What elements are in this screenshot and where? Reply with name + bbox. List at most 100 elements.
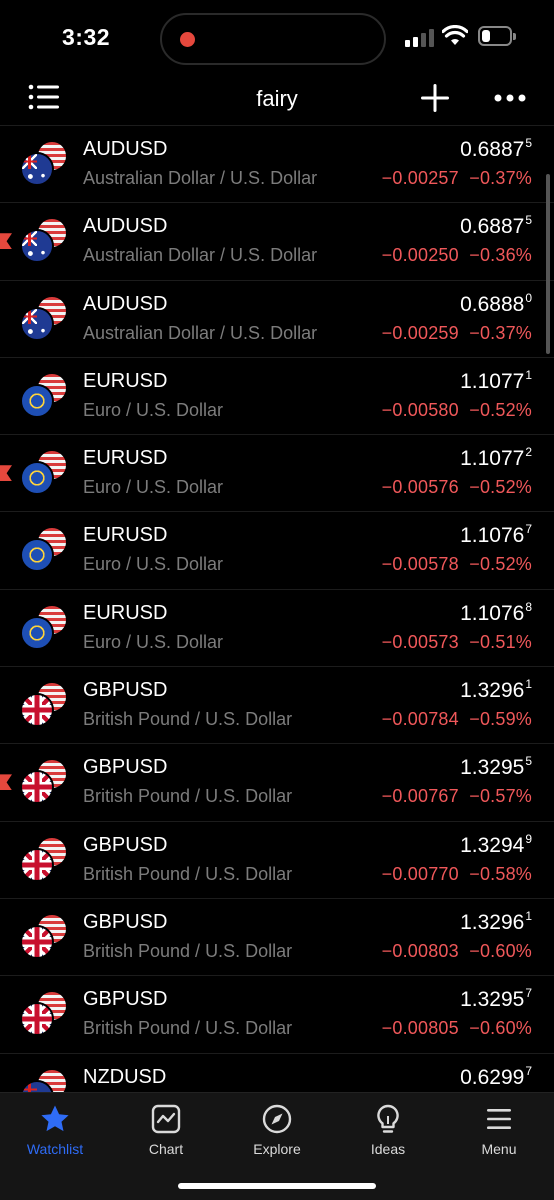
price-change: −0.00770 −0.58%	[382, 864, 532, 885]
last-price: 1.32955	[460, 754, 532, 780]
change-absolute: −0.00578	[381, 554, 459, 575]
symbol-description: British Pound / U.S. Dollar	[83, 786, 293, 807]
flag-marker-icon	[0, 233, 12, 250]
add-symbol-icon[interactable]	[419, 82, 451, 114]
price-change: −0.00803 −0.60%	[382, 941, 532, 962]
last-price: 1.10767	[460, 522, 532, 548]
tab-menu[interactable]: Menu	[444, 1103, 554, 1157]
chart-icon	[151, 1104, 181, 1134]
gbp-flag-icon	[20, 693, 54, 728]
symbol-description: Australian Dollar / U.S. Dollar	[83, 245, 318, 266]
eur-flag-icon	[20, 383, 54, 418]
watchlist-title[interactable]: fairy	[0, 86, 554, 112]
nav-bar: fairy	[0, 76, 554, 126]
change-percent: −0.51%	[469, 631, 532, 652]
price-main: 1.3296	[460, 679, 525, 703]
symbol-ticker: AUDUSD	[83, 138, 168, 160]
price-main: 0.6888	[460, 292, 525, 316]
currency-pair-flags-icon	[20, 988, 70, 1038]
eur-flag-icon	[20, 461, 54, 496]
watchlist-row[interactable]: GBPUSD British Pound / U.S. Dollar 1.329…	[0, 744, 554, 822]
change-absolute: −0.00770	[381, 863, 459, 884]
watchlist-row[interactable]: AUDUSD Australian Dollar / U.S. Dollar 0…	[0, 126, 554, 204]
last-price: 1.10768	[460, 600, 532, 626]
price-main: 1.3295	[460, 988, 525, 1012]
currency-pair-flags-icon	[20, 138, 70, 188]
last-price: 1.32961	[460, 677, 532, 703]
symbol-ticker: EURUSD	[83, 524, 168, 547]
price-pip: 0	[525, 290, 532, 305]
watchlist-row[interactable]: EURUSD Euro / U.S. Dollar 1.10771 −0.005…	[0, 358, 554, 436]
change-absolute: −0.00250	[381, 245, 459, 266]
symbol-ticker: EURUSD	[83, 447, 168, 470]
last-price: 0.68875	[460, 136, 532, 162]
change-absolute: −0.00573	[381, 631, 459, 652]
symbol-ticker: NZDUSD	[83, 1065, 167, 1088]
price-pip: 7	[525, 1063, 532, 1078]
watchlist-row[interactable]: EURUSD Euro / U.S. Dollar 1.10768 −0.005…	[0, 590, 554, 668]
gbp-flag-icon	[20, 924, 54, 959]
change-percent: −0.52%	[469, 554, 532, 575]
tab-label: Explore	[253, 1141, 301, 1157]
symbol-description: Australian Dollar / U.S. Dollar	[83, 168, 318, 188]
eur-flag-icon	[20, 615, 54, 650]
currency-pair-flags-icon	[20, 911, 70, 961]
watchlist-row[interactable]: GBPUSD British Pound / U.S. Dollar 1.329…	[0, 976, 554, 1054]
symbol-description: Euro / U.S. Dollar	[83, 477, 224, 498]
tab-chart[interactable]: Chart	[111, 1103, 221, 1157]
watchlist-row[interactable]: GBPUSD British Pound / U.S. Dollar 1.329…	[0, 899, 554, 977]
change-absolute: −0.00767	[381, 786, 459, 807]
change-percent: −0.52%	[469, 399, 532, 420]
status-time: 3:32	[62, 24, 111, 50]
change-percent: −0.36%	[469, 245, 532, 266]
symbol-description: British Pound / U.S. Dollar	[83, 863, 293, 884]
status-bar: 3:32	[0, 0, 554, 76]
more-options-icon[interactable]	[494, 94, 526, 102]
aud-flag-icon	[20, 229, 54, 264]
watchlist-row[interactable]: EURUSD Euro / U.S. Dollar 1.10767 −0.005…	[0, 512, 554, 590]
tab-label: Ideas	[370, 1141, 406, 1157]
change-percent: −0.59%	[469, 709, 532, 730]
price-pip: 1	[525, 367, 532, 382]
watchlist-row[interactable]: NZDUSD 0.62997	[0, 1054, 554, 1092]
watchlist-row[interactable]: AUDUSD Australian Dollar / U.S. Dollar 0…	[0, 281, 554, 358]
symbol-ticker: GBPUSD	[83, 988, 168, 1011]
last-price: 0.68875	[460, 213, 532, 239]
change-absolute: −0.00784	[381, 709, 459, 730]
tab-explore[interactable]: Explore	[222, 1103, 332, 1157]
symbol-ticker: EURUSD	[83, 601, 168, 624]
price-main: 0.6887	[460, 138, 525, 161]
symbol-ticker: AUDUSD	[83, 215, 168, 238]
price-change: −0.00580 −0.52%	[382, 400, 532, 421]
change-percent: −0.58%	[469, 863, 532, 884]
watchlist-row[interactable]: GBPUSD British Pound / U.S. Dollar 1.329…	[0, 667, 554, 745]
watchlist-row[interactable]: EURUSD Euro / U.S. Dollar 1.10772 −0.005…	[0, 435, 554, 513]
menu-icon	[487, 1109, 511, 1129]
tab-watchlist[interactable]: Watchlist	[0, 1103, 110, 1157]
price-pip: 5	[525, 213, 532, 228]
price-change: −0.00257 −0.37%	[382, 168, 532, 189]
lightbulb-icon	[377, 1104, 399, 1133]
currency-pair-flags-icon	[20, 370, 70, 420]
price-main: 0.6299	[460, 1065, 525, 1089]
price-main: 1.1076	[460, 524, 525, 548]
tab-label: Watchlist	[26, 1141, 84, 1157]
last-price: 1.32957	[460, 986, 532, 1012]
change-absolute: −0.00805	[381, 1018, 459, 1039]
symbol-description: British Pound / U.S. Dollar	[83, 940, 293, 961]
tab-label: Chart	[148, 1141, 184, 1157]
price-main: 1.3294	[460, 833, 525, 857]
tab-ideas[interactable]: Ideas	[333, 1103, 443, 1157]
watchlist: AUDUSD Australian Dollar / U.S. Dollar 0…	[0, 126, 554, 1092]
last-price: 1.32949	[460, 832, 532, 858]
symbol-ticker: GBPUSD	[83, 756, 168, 779]
price-pip: 7	[525, 986, 532, 1001]
home-indicator	[178, 1183, 376, 1189]
watchlist-row[interactable]: AUDUSD Australian Dollar / U.S. Dollar 0…	[0, 203, 554, 281]
last-price: 0.68880	[460, 291, 532, 317]
aud-flag-icon	[20, 306, 54, 341]
change-absolute: −0.00259	[381, 322, 459, 343]
watchlist-row[interactable]: GBPUSD British Pound / U.S. Dollar 1.329…	[0, 822, 554, 899]
currency-pair-flags-icon	[20, 679, 70, 729]
currency-pair-flags-icon	[20, 447, 70, 497]
